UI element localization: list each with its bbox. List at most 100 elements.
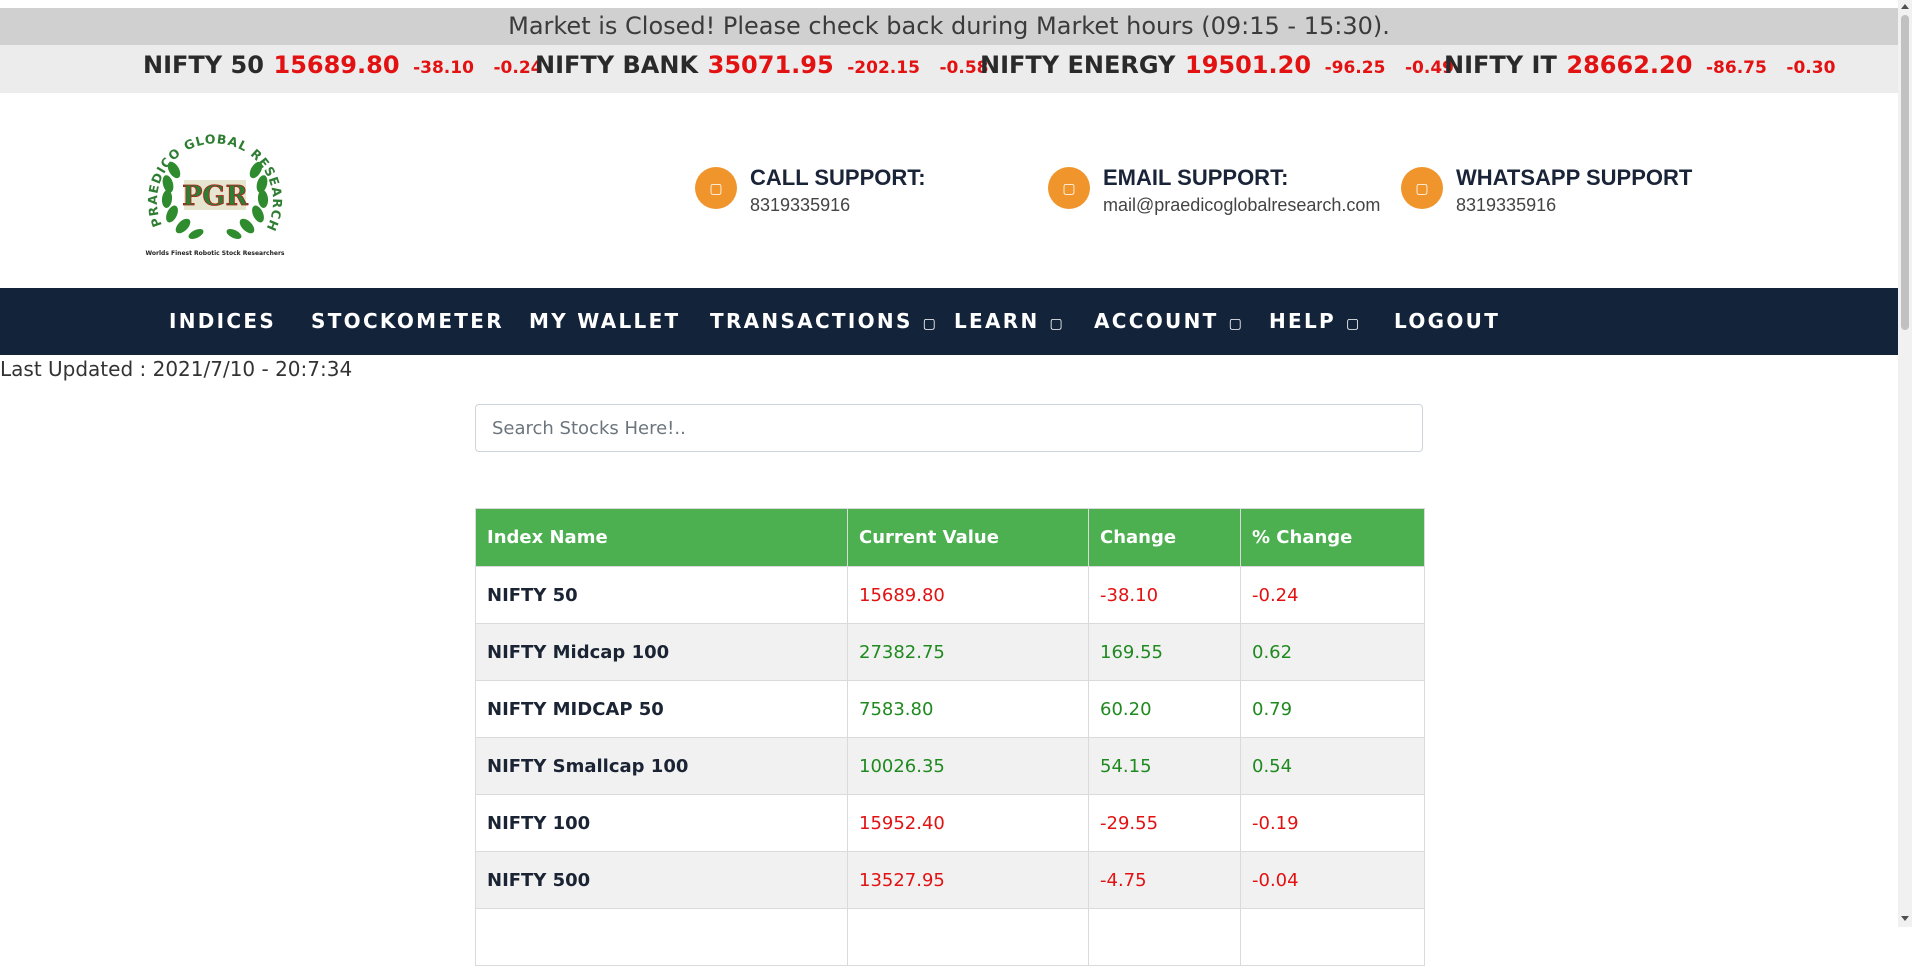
table-row[interactable]: NIFTY Smallcap 100 10026.35 54.15 0.54 <box>475 737 1425 795</box>
table-row[interactable]: NIFTY 500 13527.95 -4.75 -0.04 <box>475 851 1425 909</box>
current-value-cell: 27382.75 <box>847 623 1089 681</box>
ticker-change: -38.10 <box>413 58 474 78</box>
logo-tagline: Worlds Finest Robotic Stock Researchers <box>146 250 285 257</box>
index-name-cell[interactable]: NIFTY 100 <box>475 794 848 852</box>
ticker-item: NIFTY 50 15689.80 -38.10 -0.24 <box>143 45 543 93</box>
top-strip <box>0 0 1898 8</box>
market-status-text: Market is Closed! Please check back duri… <box>508 12 1390 40</box>
ticker-name: NIFTY 50 <box>143 51 264 79</box>
table-row[interactable] <box>475 908 1425 966</box>
nav-label: TRANSACTIONS <box>710 309 913 333</box>
nav-indices[interactable]: INDICES <box>169 288 276 355</box>
nav-label: LOGOUT <box>1394 309 1501 333</box>
ticker-name: NIFTY IT <box>1444 51 1557 79</box>
ticker-bar: NIFTY 50 15689.80 -38.10 -0.24 NIFTY BAN… <box>0 45 1898 93</box>
ticker-value: 19501.20 <box>1185 51 1312 79</box>
table-row[interactable]: NIFTY 50 15689.80 -38.10 -0.24 <box>475 566 1425 624</box>
table-header-row: Index Name Current Value Change % Change <box>475 508 1425 567</box>
ticker-name: NIFTY ENERGY <box>980 51 1176 79</box>
email-support-address[interactable]: mail@praedicoglobalresearch.com <box>1103 195 1380 216</box>
dropdown-caret-icon: ▢ <box>1049 316 1063 332</box>
nav-label: STOCKOMETER <box>311 309 504 333</box>
ticker-item: NIFTY ENERGY 19501.20 -96.25 -0.49 <box>980 45 1454 93</box>
nav-label: LEARN <box>954 309 1040 333</box>
current-value-cell: 7583.80 <box>847 680 1089 738</box>
whatsapp-icon: ▢ <box>1401 167 1443 209</box>
change-cell: 54.15 <box>1088 737 1241 795</box>
envelope-icon: ▢ <box>1048 167 1090 209</box>
nav-my-wallet[interactable]: MY WALLET <box>529 288 680 355</box>
nav-label: HELP <box>1269 309 1337 333</box>
column-header: Index Name <box>475 508 848 567</box>
index-name-cell[interactable]: NIFTY Midcap 100 <box>475 623 848 681</box>
change-cell <box>1088 908 1241 966</box>
nav-logout[interactable]: LOGOUT <box>1394 288 1500 355</box>
change-cell: -29.55 <box>1088 794 1241 852</box>
percent-change-cell: 0.79 <box>1240 680 1425 738</box>
change-cell: 60.20 <box>1088 680 1241 738</box>
last-updated-text: Last Updated : 2021/7/10 - 20:7:34 <box>0 357 353 381</box>
dropdown-caret-icon: ▢ <box>922 316 936 332</box>
scrollbar-thumb[interactable] <box>1901 15 1909 330</box>
index-name-cell[interactable] <box>475 908 848 966</box>
laurel-logo-icon: PRAEDICO GLOBAL RESEARCH PVT.LTD. PGR Wo… <box>134 108 285 257</box>
column-header: Current Value <box>847 508 1089 567</box>
indices-table: Index Name Current Value Change % Change… <box>475 508 1425 966</box>
ticker-item: NIFTY BANK 35071.95 -202.15 -0.58 <box>535 45 989 93</box>
nav-account[interactable]: ACCOUNT ▢ <box>1094 288 1242 355</box>
ticker-change: -86.75 <box>1706 58 1767 78</box>
index-name-cell[interactable]: NIFTY 50 <box>475 566 848 624</box>
nav-label: INDICES <box>169 309 277 333</box>
ticker-value: 35071.95 <box>707 51 834 79</box>
call-support-number[interactable]: 8319335916 <box>750 195 850 216</box>
change-cell: -4.75 <box>1088 851 1241 909</box>
ticker-change: -96.25 <box>1324 58 1386 78</box>
change-cell: 169.55 <box>1088 623 1241 681</box>
percent-change-cell: 0.62 <box>1240 623 1425 681</box>
table-row[interactable]: NIFTY Midcap 100 27382.75 169.55 0.62 <box>475 623 1425 681</box>
stock-search-input[interactable] <box>475 404 1423 452</box>
current-value-cell <box>847 908 1089 966</box>
vertical-scrollbar[interactable] <box>1898 0 1912 927</box>
table-row[interactable]: NIFTY MIDCAP 50 7583.80 60.20 0.79 <box>475 680 1425 738</box>
ticker-item: NIFTY IT 28662.20 -86.75 -0.30 <box>1444 45 1835 93</box>
nav-help[interactable]: HELP ▢ <box>1269 288 1359 355</box>
whatsapp-support-title: WHATSAPP SUPPORT <box>1456 165 1693 190</box>
percent-change-cell: -0.19 <box>1240 794 1425 852</box>
ticker-percent: -0.30 <box>1786 58 1836 78</box>
company-logo[interactable]: PRAEDICO GLOBAL RESEARCH PVT.LTD. PGR Wo… <box>134 108 290 265</box>
percent-change-cell: 0.54 <box>1240 737 1425 795</box>
index-name-cell[interactable]: NIFTY MIDCAP 50 <box>475 680 848 738</box>
index-name-cell[interactable]: NIFTY Smallcap 100 <box>475 737 848 795</box>
current-value-cell: 13527.95 <box>847 851 1089 909</box>
table-row[interactable]: NIFTY 100 15952.40 -29.55 -0.19 <box>475 794 1425 852</box>
index-name-cell[interactable]: NIFTY 500 <box>475 851 848 909</box>
scroll-up-arrow-icon[interactable] <box>1901 4 1909 9</box>
column-header: % Change <box>1240 508 1425 567</box>
scroll-down-arrow-icon[interactable] <box>1901 916 1909 921</box>
whatsapp-support-number[interactable]: 8319335916 <box>1456 195 1556 216</box>
ticker-value: 15689.80 <box>273 51 400 79</box>
current-value-cell: 10026.35 <box>847 737 1089 795</box>
percent-change-cell <box>1240 908 1425 966</box>
dropdown-caret-icon: ▢ <box>1228 316 1242 332</box>
email-support-title: EMAIL SUPPORT: <box>1103 165 1289 190</box>
logo-monogram: PGR <box>182 181 248 212</box>
column-header: Change <box>1088 508 1241 567</box>
phone-icon: ▢ <box>695 167 737 209</box>
call-support-title: CALL SUPPORT: <box>750 165 926 190</box>
change-cell: -38.10 <box>1088 566 1241 624</box>
current-value-cell: 15952.40 <box>847 794 1089 852</box>
market-status-banner: Market is Closed! Please check back duri… <box>0 8 1898 45</box>
ticker-change: -202.15 <box>847 58 920 78</box>
nav-transactions[interactable]: TRANSACTIONS ▢ <box>710 288 936 355</box>
nav-learn[interactable]: LEARN ▢ <box>954 288 1063 355</box>
dropdown-caret-icon: ▢ <box>1346 316 1360 332</box>
nav-stockometer[interactable]: STOCKOMETER <box>311 288 504 355</box>
main-navbar: INDICES STOCKOMETER MY WALLET TRANSACTIO… <box>0 288 1898 355</box>
percent-change-cell: -0.04 <box>1240 851 1425 909</box>
nav-label: MY WALLET <box>529 309 681 333</box>
ticker-name: NIFTY BANK <box>535 51 699 79</box>
current-value-cell: 15689.80 <box>847 566 1089 624</box>
percent-change-cell: -0.24 <box>1240 566 1425 624</box>
